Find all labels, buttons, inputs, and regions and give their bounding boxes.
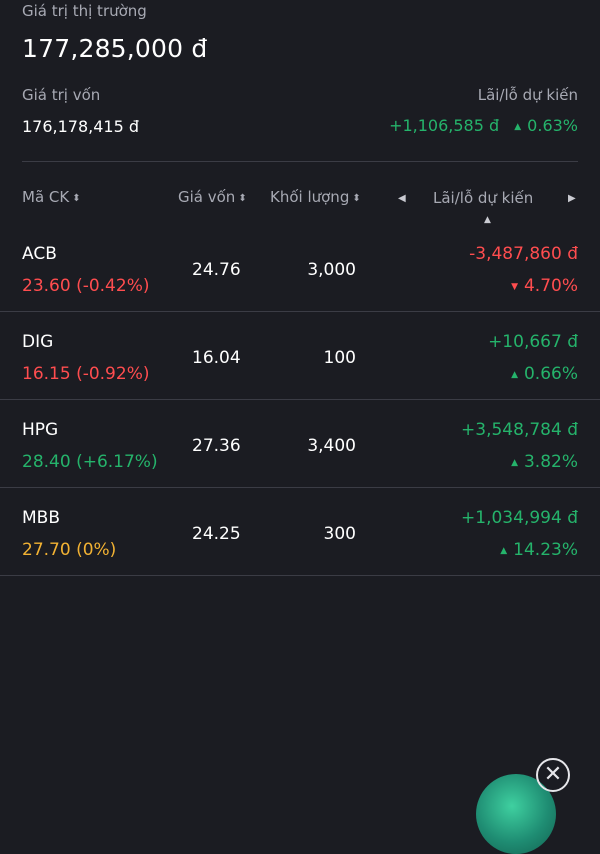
chevron-right-icon[interactable]: ▶ — [568, 193, 576, 204]
cost-price: 27.36 — [192, 436, 241, 456]
pl-percent: ▲ 14.23% — [500, 540, 578, 560]
pl-percent: ▲ 0.66% — [511, 364, 578, 384]
volume: 300 — [323, 524, 356, 544]
column-header-pl[interactable]: Lãi/lỗ dự kiến — [433, 189, 533, 207]
stock-symbol: MBB — [22, 508, 60, 528]
volume: 100 — [323, 348, 356, 368]
pl-percent-value: 0.66% — [523, 364, 578, 384]
pl-percent: ▼ 4.70% — [511, 276, 578, 296]
sort-icon: ⬍ — [238, 193, 247, 204]
pl-value: +10,667 đ — [488, 332, 578, 352]
volume: 3,000 — [307, 260, 356, 280]
close-icon[interactable]: ✕ — [536, 758, 570, 792]
pl-percent: ▲ 3.82% — [511, 452, 578, 472]
capital-value: 176,178,415 đ — [22, 117, 140, 136]
cost-price: 24.25 — [192, 524, 241, 544]
cost-price: 16.04 — [192, 348, 241, 368]
capital-value-label: Giá trị vốn — [22, 86, 101, 104]
stock-price: 27.70 (0%) — [22, 540, 117, 560]
caret-up-icon: ▲ — [511, 458, 518, 468]
table-row[interactable]: MBB 27.70 (0%) 24.25 300 +1,034,994 đ ▲ 1… — [0, 488, 600, 576]
expected-pl: +1,106,585 đ ▲ 0.63% — [389, 116, 578, 135]
caret-down-icon: ▼ — [511, 282, 518, 292]
caret-up-icon: ▲ — [500, 546, 508, 556]
table-row[interactable]: ACB 23.60 (-0.42%) 24.76 3,000 -3,487,86… — [0, 224, 600, 312]
stock-price: 28.40 (+6.17%) — [22, 452, 158, 472]
sort-icon: ⬍ — [72, 193, 81, 204]
column-header-volume[interactable]: Khối lượng ⬍ — [270, 188, 361, 206]
pl-value: -3,487,860 đ — [469, 244, 578, 264]
market-value: 177,285,000 đ — [22, 34, 208, 63]
expected-pl-percent: ▲ 0.63% — [514, 116, 578, 135]
table-row[interactable]: HPG 28.40 (+6.17%) 27.36 3,400 +3,548,78… — [0, 400, 600, 488]
expected-pl-percent-value: 0.63% — [527, 116, 578, 135]
column-header-cost[interactable]: Giá vốn ⬍ — [178, 188, 247, 206]
column-header-volume-label: Khối lượng — [270, 188, 350, 206]
expected-pl-label: Lãi/lỗ dự kiến — [477, 86, 578, 104]
column-header-pl-label: Lãi/lỗ dự kiến — [433, 189, 534, 207]
market-value-label: Giá trị thị trường — [22, 2, 147, 20]
stock-price: 16.15 (-0.92%) — [22, 364, 150, 384]
sort-icon: ⬍ — [352, 193, 361, 204]
volume: 3,400 — [307, 436, 356, 456]
pl-percent-value: 4.70% — [523, 276, 578, 296]
column-header-symbol[interactable]: Mã CK ⬍ — [22, 188, 81, 206]
chevron-left-icon[interactable]: ◀ — [398, 193, 406, 204]
pl-percent-value: 3.82% — [523, 452, 578, 472]
column-header-symbol-label: Mã CK — [22, 188, 70, 206]
stock-price: 23.60 (-0.42%) — [22, 276, 150, 296]
stock-symbol: HPG — [22, 420, 59, 440]
pl-value: +1,034,994 đ — [461, 508, 578, 528]
column-header-cost-label: Giá vốn — [178, 188, 236, 206]
table-header: Mã CK ⬍ Giá vốn ⬍ Khối lượng ⬍ ◀ Lãi/lỗ dự … — [0, 188, 600, 225]
caret-up-icon: ▲ — [511, 370, 518, 380]
table-row[interactable]: DIG 16.15 (-0.92%) 16.04 100 +10,667 đ ▲… — [0, 312, 600, 400]
pl-value: +3,548,784 đ — [461, 420, 578, 440]
caret-up-icon: ▲ — [514, 122, 522, 132]
cost-price: 24.76 — [192, 260, 241, 280]
stock-symbol: DIG — [22, 332, 54, 352]
row-divider — [0, 575, 600, 576]
expected-pl-value: +1,106,585 đ — [389, 116, 500, 135]
summary-divider — [22, 161, 578, 162]
pl-percent-value: 14.23% — [513, 540, 578, 560]
stock-symbol: ACB — [22, 244, 57, 264]
